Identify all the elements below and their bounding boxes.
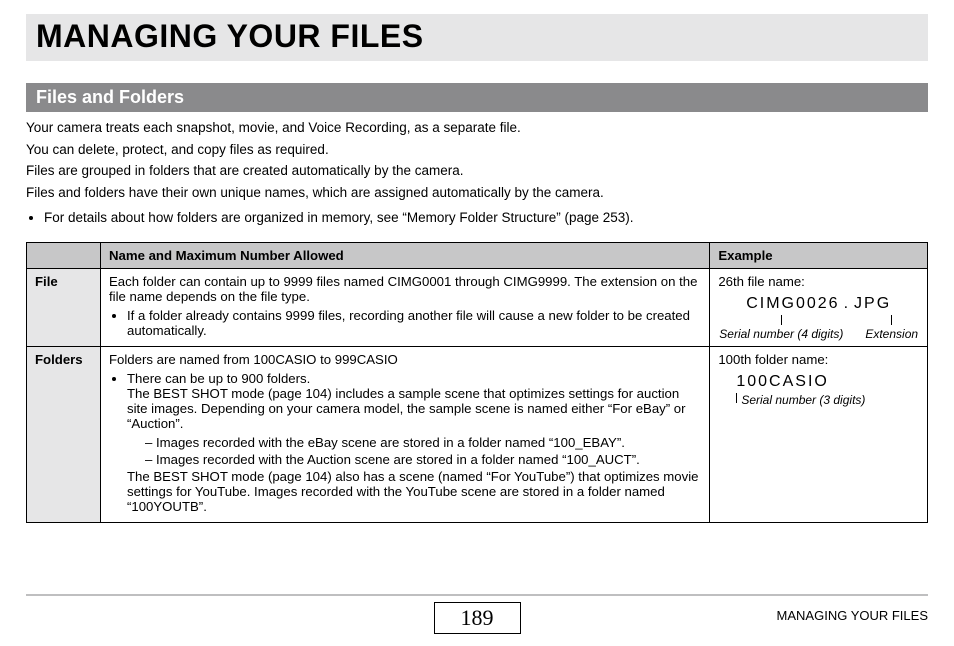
document-page: MANAGING YOUR FILES Files and Folders Yo… bbox=[0, 0, 954, 523]
th-name: Name and Maximum Number Allowed bbox=[100, 242, 709, 268]
th-blank bbox=[27, 242, 101, 268]
file-desc-main: Each folder can contain up to 9999 files… bbox=[109, 274, 697, 304]
row-label-file: File bbox=[27, 268, 101, 346]
folder-example: 100th folder name: 100CASIO Serial numbe… bbox=[710, 346, 928, 522]
file-dot: . bbox=[844, 295, 850, 313]
folder-sub2: Images recorded with the Auction scene a… bbox=[145, 452, 701, 467]
files-folders-table: Name and Maximum Number Allowed Example … bbox=[26, 242, 928, 523]
row-label-folders: Folders bbox=[27, 346, 101, 522]
table-row-folders: Folders Folders are named from 100CASIO … bbox=[27, 346, 928, 522]
intro-p2: You can delete, protect, and copy files … bbox=[26, 140, 928, 160]
page-number: 189 bbox=[434, 602, 521, 634]
file-serial: CIMG0026 bbox=[746, 295, 839, 313]
table-row-file: File Each folder can contain up to 9999 … bbox=[27, 268, 928, 346]
page-title: MANAGING YOUR FILES bbox=[36, 18, 918, 55]
folder-annotation: Serial number (3 digits) bbox=[718, 393, 919, 407]
folder-sub1: Images recorded with the eBay scene are … bbox=[145, 435, 701, 450]
section-heading: Files and Folders bbox=[26, 83, 928, 112]
ann-serial: Serial number (4 digits) bbox=[719, 327, 843, 341]
folder-desc-b1: There can be up to 900 folders. The BEST… bbox=[127, 371, 701, 514]
file-description: Each folder can contain up to 9999 files… bbox=[100, 268, 709, 346]
page-footer: 189 MANAGING YOUR FILES bbox=[0, 594, 954, 636]
file-annotation-row: Serial number (4 digits) Extension bbox=[718, 315, 919, 341]
folder-example-name: 100CASIO bbox=[718, 373, 919, 391]
intro-bullet: For details about how folders are organi… bbox=[44, 208, 928, 228]
th-example: Example bbox=[710, 242, 928, 268]
folder-example-label: 100th folder name: bbox=[718, 352, 919, 367]
folder-description: Folders are named from 100CASIO to 999CA… bbox=[100, 346, 709, 522]
ann-ext: Extension bbox=[865, 327, 918, 341]
intro-p3: Files are grouped in folders that are cr… bbox=[26, 161, 928, 181]
footer-rule bbox=[26, 594, 928, 596]
intro-p4: Files and folders have their own unique … bbox=[26, 183, 928, 203]
file-ext: JPG bbox=[854, 295, 891, 313]
intro-text: Your camera treats each snapshot, movie,… bbox=[26, 118, 928, 228]
file-desc-bullet: If a folder already contains 9999 files,… bbox=[127, 308, 701, 338]
footer-title: MANAGING YOUR FILES bbox=[777, 608, 928, 623]
file-example-label: 26th file name: bbox=[718, 274, 919, 289]
file-example: 26th file name: CIMG0026.JPG Serial numb… bbox=[710, 268, 928, 346]
page-title-bar: MANAGING YOUR FILES bbox=[26, 14, 928, 61]
file-example-name: CIMG0026.JPG bbox=[718, 295, 919, 313]
intro-p1: Your camera treats each snapshot, movie,… bbox=[26, 118, 928, 138]
folder-desc-main: Folders are named from 100CASIO to 999CA… bbox=[109, 352, 398, 367]
folder-desc-after: The BEST SHOT mode (page 104) also has a… bbox=[127, 469, 699, 514]
